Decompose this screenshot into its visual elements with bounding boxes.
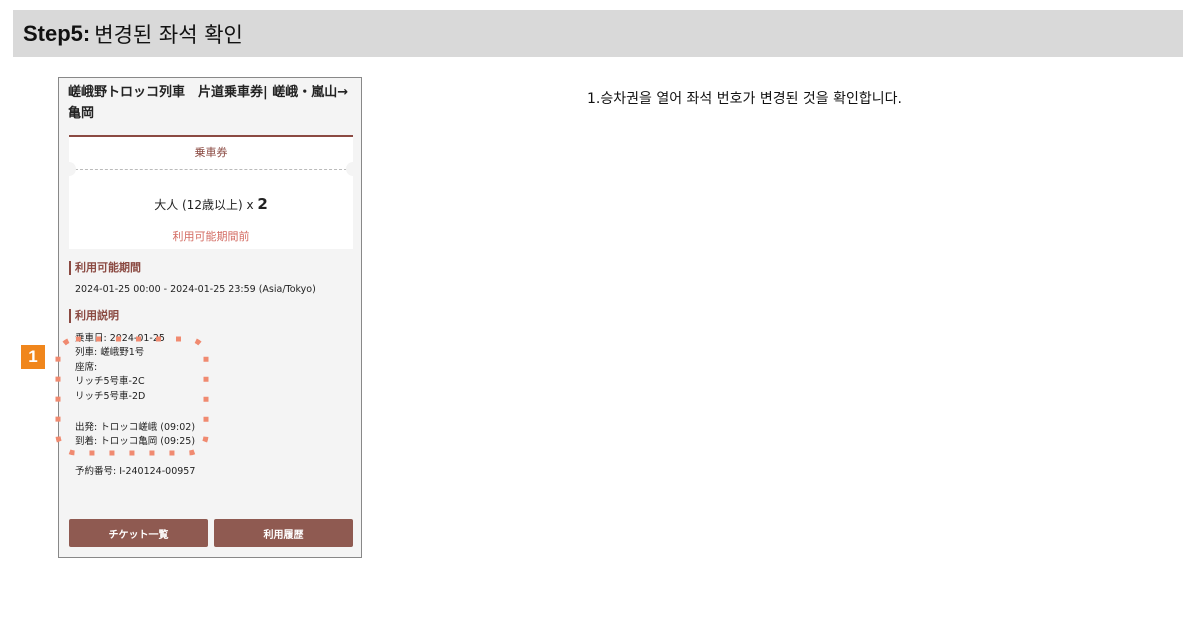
highlight-dotted-outline — [55, 336, 209, 456]
validity-value: 2024-01-25 00:00 - 2024-01-25 23:59 (Asi… — [75, 284, 316, 295]
callout-badge: 1 — [21, 345, 45, 369]
ticket-card: 乗車券 大人 (12歳以上) x 2 利用可能期間前 — [62, 135, 360, 249]
passenger-count: 2 — [257, 195, 268, 213]
validity-heading: 利用可能期間 — [69, 261, 141, 275]
passenger-line: 大人 (12歳以上) x 2 — [69, 195, 353, 213]
usage-history-button[interactable]: 利用履歴 — [214, 519, 353, 547]
ticket-separator — [75, 169, 347, 170]
ticket-card-heading: 乗車券 — [194, 146, 228, 159]
step-number: Step5: — [23, 20, 91, 46]
ticket-list-button[interactable]: チケット一覧 — [69, 519, 208, 547]
step-title: 변경된 좌석 확인 — [94, 22, 243, 47]
ticket-title: 嵯峨野トロッコ列車 片道乗車券| 嵯峨・嵐山→亀岡 — [68, 85, 349, 121]
step-header: Step5: 변경된 좌석 확인 — [13, 10, 1183, 57]
passenger-label: 大人 (12歳以上) x — [154, 198, 258, 212]
ticket-notch-right — [346, 162, 360, 176]
usage-heading: 利用説明 — [69, 309, 119, 323]
ticket-notch-left — [62, 162, 76, 176]
instruction-text: 1.승차권을 열어 좌석 번호가 변경된 것을 확인합니다. — [587, 91, 902, 107]
reservation-number: 予約番号: I-240124-00957 — [75, 466, 196, 477]
ticket-status: 利用可能期間前 — [172, 230, 250, 243]
phone-screenshot: 嵯峨野トロッコ列車 片道乗車券| 嵯峨・嵐山→亀岡 乗車券 大人 (12歳以上)… — [58, 77, 362, 558]
